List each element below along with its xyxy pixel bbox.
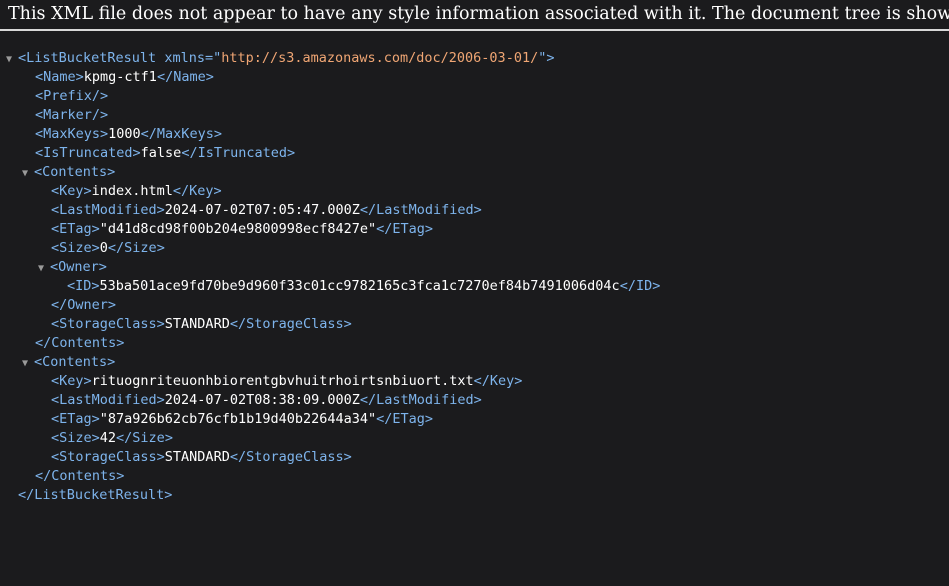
xml-node-owner: ▼ <Owner> xyxy=(0,258,949,277)
tag-close: </Name> xyxy=(156,69,214,85)
collapse-toggle-icon[interactable]: ▼ xyxy=(6,50,18,69)
tag-open: <LastModified> xyxy=(51,202,165,218)
collapse-toggle-icon[interactable]: ▼ xyxy=(38,259,50,278)
xml-node-size: <Size>0</Size> xyxy=(0,239,949,258)
bucket-name-value: kpmg-ctf1 xyxy=(83,69,157,85)
storageclass-value: STANDARD xyxy=(164,316,230,332)
xml-node-key: <Key>index.html</Key> xyxy=(0,182,949,201)
tag-close: </LastModified> xyxy=(359,392,482,408)
tag-close: </StorageClass> xyxy=(229,316,352,332)
tag-open: <Key> xyxy=(51,183,92,199)
owner-id-value: 53ba501ace9fd70be9d960f33c01cc9782165c3f… xyxy=(99,278,620,294)
tag-open: <IsTruncated> xyxy=(35,145,141,161)
tag-open: <ListBucketResult xyxy=(18,50,157,66)
tag-close: </Owner> xyxy=(51,297,117,313)
xml-node-storageclass: <StorageClass>STANDARD</StorageClass> xyxy=(0,448,949,467)
istruncated-value: false xyxy=(140,145,182,161)
tag-close: </ID> xyxy=(619,278,661,294)
xml-node-lastmodified: <LastModified>2024-07-02T08:38:09.000Z</… xyxy=(0,391,949,410)
tag-open: <StorageClass> xyxy=(51,449,165,465)
xml-node-etag: <ETag>"87a926b62cb76cfb1b19d40b22644a34"… xyxy=(0,410,949,429)
tag-close: </Size> xyxy=(107,240,165,256)
xml-node-maxkeys: <MaxKeys>1000</MaxKeys> xyxy=(0,125,949,144)
tag-open: <Owner> xyxy=(50,259,107,275)
xml-node-contents-close: </Contents> xyxy=(0,467,949,486)
xml-node-owner-close: </Owner> xyxy=(0,296,949,315)
xml-document-tree: ▼ <ListBucketResult xmlns="http://s3.amaz… xyxy=(0,49,949,505)
tag-open: <MaxKeys> xyxy=(35,126,109,142)
tag-open: <Size> xyxy=(51,430,100,446)
etag-value: "87a926b62cb76cfb1b19d40b22644a34" xyxy=(99,411,377,427)
xml-node-storageclass: <StorageClass>STANDARD</StorageClass> xyxy=(0,315,949,334)
tag-open: <ID> xyxy=(67,278,100,294)
tag-open: <StorageClass> xyxy=(51,316,165,332)
xml-node-contents-close: </Contents> xyxy=(0,334,949,353)
tag-open: <Contents> xyxy=(34,354,116,370)
tag-close: </Key> xyxy=(172,183,222,199)
attr-close: "> xyxy=(538,50,555,66)
xml-node-name: <Name>kpmg-ctf1</Name> xyxy=(0,68,949,87)
tag-close: </MaxKeys> xyxy=(140,126,222,142)
tag-close: </ListBucketResult> xyxy=(18,487,173,503)
attr-eq: =" xyxy=(204,50,222,66)
tag-open: <ETag> xyxy=(51,221,100,237)
tag-open: <Contents> xyxy=(34,164,116,180)
tag-close: </LastModified> xyxy=(359,202,482,218)
tag-open: <Key> xyxy=(51,373,92,389)
xml-node-contents: ▼ <Contents> xyxy=(0,353,949,372)
key-value: rituognriteuonhbiorentgbvhuitrhoirtsnbiu… xyxy=(91,373,474,389)
tag-close: </StorageClass> xyxy=(229,449,352,465)
tag-close: </ETag> xyxy=(376,411,434,427)
storageclass-value: STANDARD xyxy=(164,449,230,465)
tag-open: <Size> xyxy=(51,240,100,256)
xml-node-size: <Size>42</Size> xyxy=(0,429,949,448)
collapse-toggle-icon[interactable]: ▼ xyxy=(22,354,34,373)
tag-close: </IsTruncated> xyxy=(181,145,296,161)
xml-node-id: <ID>53ba501ace9fd70be9d960f33c01cc978216… xyxy=(0,277,949,296)
xml-node-listbucketresult: ▼ <ListBucketResult xmlns="http://s3.amaz… xyxy=(0,49,949,68)
xml-style-info-banner: This XML file does not appear to have an… xyxy=(0,0,949,31)
size-value: 42 xyxy=(99,430,117,446)
xml-node-marker: <Marker/> xyxy=(0,106,949,125)
maxkeys-value: 1000 xyxy=(108,126,141,142)
tag-close: </Key> xyxy=(473,373,523,389)
attr-name: xmlns xyxy=(164,50,205,66)
lastmodified-value: 2024-07-02T08:38:09.000Z xyxy=(164,392,360,408)
size-value: 0 xyxy=(99,240,108,256)
collapse-toggle-icon[interactable]: ▼ xyxy=(22,164,34,183)
tag-open: <LastModified> xyxy=(51,392,165,408)
tag-open: <Name> xyxy=(35,69,84,85)
attr-value: http://s3.amazonaws.com/doc/2006-03-01/ xyxy=(221,50,539,66)
xml-node-listbucketresult-close: </ListBucketResult> xyxy=(0,486,949,505)
tag-open: <ETag> xyxy=(51,411,100,427)
lastmodified-value: 2024-07-02T07:05:47.000Z xyxy=(164,202,360,218)
tag-self-closing: <Prefix/> xyxy=(35,88,109,104)
tag-close: </Contents> xyxy=(35,335,125,351)
xml-node-etag: <ETag>"d41d8cd98f00b204e9800998ecf8427e"… xyxy=(0,220,949,239)
tag-close: </Contents> xyxy=(35,468,125,484)
xml-node-key: <Key>rituognriteuonhbiorentgbvhuitrhoirt… xyxy=(0,372,949,391)
tag-close: </Size> xyxy=(116,430,173,446)
key-value: index.html xyxy=(91,183,173,199)
tag-self-closing: <Marker/> xyxy=(35,107,109,123)
xml-node-prefix: <Prefix/> xyxy=(0,87,949,106)
xml-node-istruncated: <IsTruncated>false</IsTruncated> xyxy=(0,144,949,163)
xml-node-lastmodified: <LastModified>2024-07-02T07:05:47.000Z</… xyxy=(0,201,949,220)
xml-node-contents: ▼ <Contents> xyxy=(0,163,949,182)
etag-value: "d41d8cd98f00b204e9800998ecf8427e" xyxy=(99,221,377,237)
tag-close: </ETag> xyxy=(376,221,434,237)
